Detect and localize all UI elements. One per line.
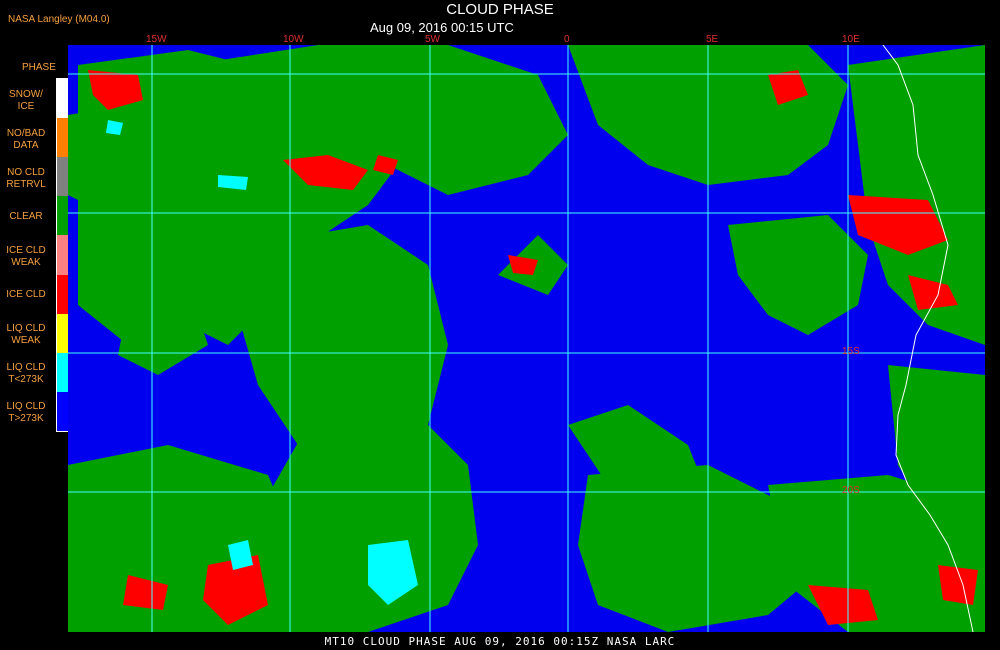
cloud-phase-map xyxy=(68,45,985,632)
legend-label-liquid-cloud-cold: LIQ CLD T<273K xyxy=(6,362,46,385)
lon-label-10w: 10W xyxy=(283,34,304,45)
lat-label-20s: 20S xyxy=(842,485,860,496)
lon-label-5e: 5E xyxy=(706,34,719,45)
legend-label-snow-ice: SNOW/ICE xyxy=(9,89,43,112)
map-datetime: Aug 09, 2016 00:15 UTC xyxy=(370,20,514,35)
legend-label-ice-cloud: ICE CLD xyxy=(6,289,46,300)
map-imagery xyxy=(68,45,985,632)
lat-label-15s: 15S xyxy=(842,346,860,357)
legend-label-liquid-cloud-warm: LIQ CLD T>273K xyxy=(6,401,46,424)
legend-title: PHASE xyxy=(22,62,56,73)
lon-label-15w: 15W xyxy=(146,34,167,45)
legend-label-liquid-cloud-weak: LIQ CLD WEAK xyxy=(6,323,46,346)
clear-regions xyxy=(68,45,985,632)
legend-label-no-cloud-retrieval: NO CLD RETRVL xyxy=(6,167,46,190)
map-title: CLOUD PHASE xyxy=(446,1,554,18)
legend-label-no-bad-data: NO/BAD DATA xyxy=(6,128,46,151)
legend-label-ice-cloud-weak: ICE CLD WEAK xyxy=(6,245,46,268)
lon-label-10e: 10E xyxy=(842,34,860,45)
lon-label-5w: 5W xyxy=(425,34,440,45)
legend-label-clear: CLEAR xyxy=(9,211,43,222)
footer-caption: MT10 CLOUD PHASE AUG 09, 2016 00:15Z NAS… xyxy=(324,635,676,648)
lon-label-0: 0 xyxy=(564,34,570,45)
